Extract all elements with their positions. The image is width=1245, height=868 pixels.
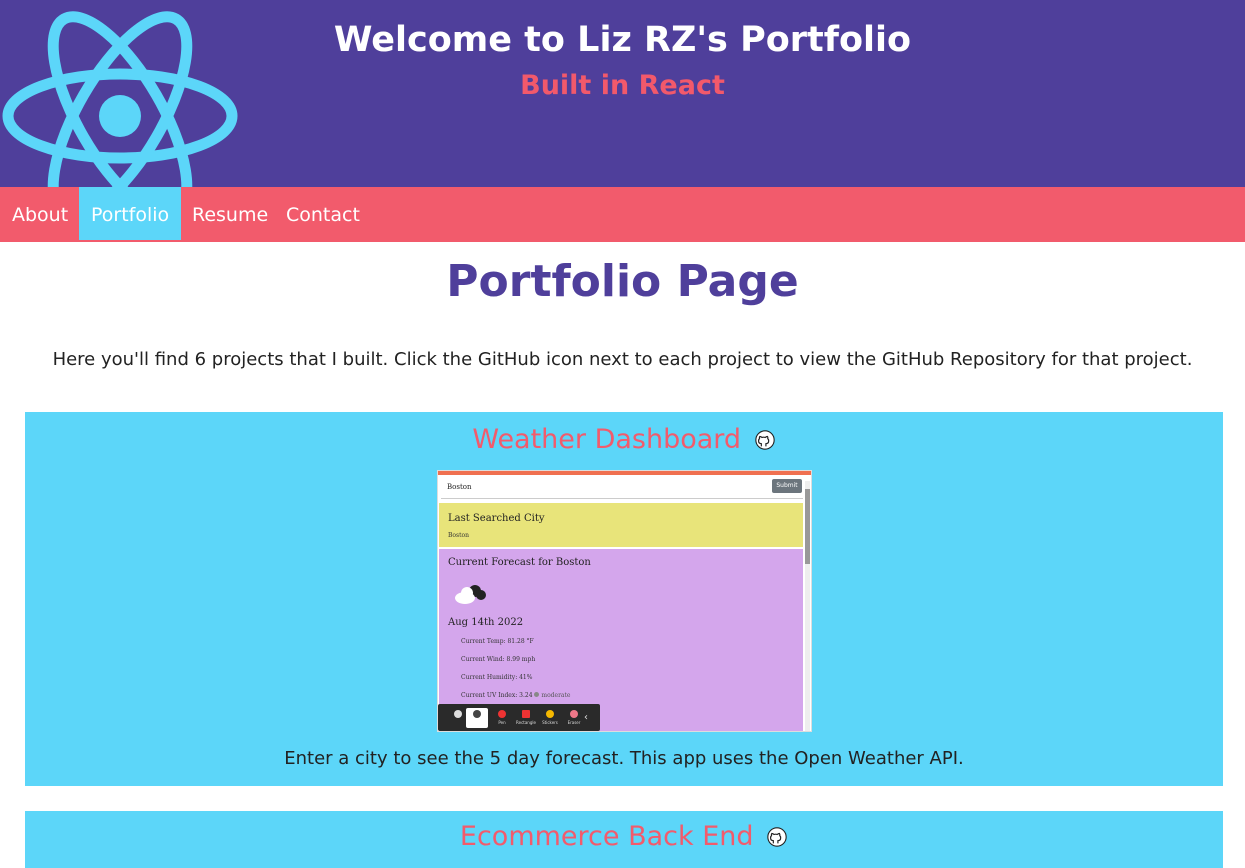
uv-dot-icon — [534, 692, 540, 697]
site-title: Welcome to Liz RZ's Portfolio — [333, 20, 912, 60]
site-header: Welcome to Liz RZ's Portfolio Built in R… — [0, 0, 1245, 187]
intro-text: Here you'll find 6 projects that I built… — [52, 349, 1193, 370]
project-title-row: Ecommerce Back End — [25, 821, 1223, 852]
uv-value: Current UV Index: 3.24 — [461, 692, 533, 699]
project-description: Enter a city to see the 5 day forecast. … — [284, 748, 964, 769]
nav-portfolio[interactable]: Portfolio — [79, 187, 182, 240]
project-card: Weather Dashboard Boston Submit Last Sea… — [25, 412, 1223, 786]
collapse-chevron-icon: ‹ — [584, 712, 588, 723]
uv-level: moderate — [541, 692, 571, 699]
project-screenshot: Boston Submit Last Searched City Boston … — [437, 470, 812, 732]
nav-about[interactable]: About — [0, 187, 80, 240]
nav-contact[interactable]: Contact — [274, 187, 372, 240]
site-subtitle: Built in React — [520, 70, 725, 101]
cursor-tool-icon — [466, 708, 488, 728]
current-temp: Current Temp: 81.28 °F — [461, 638, 534, 645]
pause-icon — [448, 708, 468, 728]
github-icon[interactable] — [754, 429, 776, 451]
screenshot-submit-button: Submit — [772, 479, 802, 493]
project-card: Ecommerce Back End — [25, 811, 1223, 868]
current-humidity: Current Humidity: 41% — [461, 674, 533, 681]
project-title: Ecommerce Back End — [459, 821, 754, 852]
last-searched-city: Boston — [448, 532, 469, 539]
stickers-tool: Stickers — [540, 708, 560, 728]
screenshot-search-input: Boston — [441, 477, 803, 499]
screenshot-last-searched: Last Searched City Boston — [439, 503, 803, 547]
project-title-row: Weather Dashboard — [25, 424, 1223, 455]
eraser-tool: Eraser — [564, 708, 584, 728]
current-uv: Current UV Index: 3.24 moderate — [461, 692, 570, 699]
current-forecast-heading: Current Forecast for Boston — [448, 557, 591, 568]
page-title: Portfolio Page — [446, 256, 799, 307]
rectangle-tool: Rectangle — [516, 708, 536, 728]
cloud-icon — [455, 585, 486, 604]
current-wind: Current Wind: 8.99 mph — [461, 656, 536, 663]
pen-tool: Pen — [492, 708, 512, 728]
main-nav: About Portfolio Resume Contact — [0, 187, 1245, 242]
last-searched-heading: Last Searched City — [448, 513, 545, 524]
forecast-date: Aug 14th 2022 — [448, 617, 524, 628]
screenshot-top-bar — [438, 471, 811, 475]
nav-resume[interactable]: Resume — [180, 187, 280, 240]
screenshot-annotation-toolbar: Pen Rectangle Stickers Eraser ‹ — [438, 704, 600, 731]
project-title: Weather Dashboard — [472, 424, 742, 455]
screenshot-scrollbar — [805, 481, 810, 731]
github-icon[interactable] — [766, 826, 788, 848]
